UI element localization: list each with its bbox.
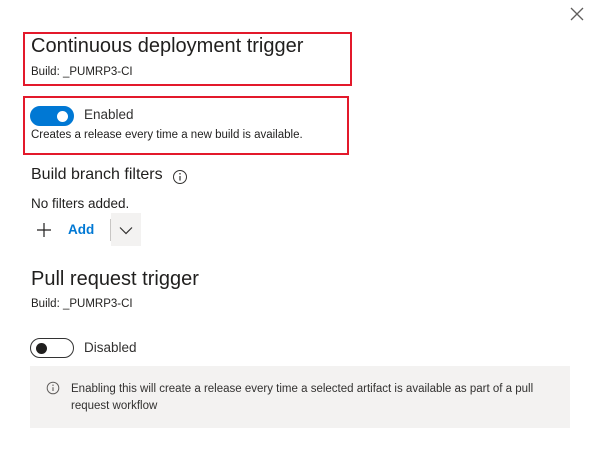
info-icon[interactable]	[172, 169, 188, 185]
pr-trigger-title: Pull request trigger	[31, 268, 199, 290]
add-filter-button[interactable]: Add	[30, 213, 110, 246]
info-icon-glyph	[173, 170, 187, 184]
pr-trigger-info-text: Enabling this will create a release ever…	[71, 383, 534, 412]
chevron-down-icon	[119, 226, 133, 234]
toggle-knob	[36, 342, 47, 354]
branch-filters-empty: No filters added.	[31, 196, 130, 211]
pr-trigger-build: Build: _PUMRP3-CI	[31, 298, 133, 310]
pr-trigger-toggle[interactable]	[30, 338, 74, 358]
branch-filters-title: Build branch filters	[31, 166, 163, 183]
close-icon[interactable]	[568, 5, 586, 23]
pr-trigger-info-banner: Enabling this will create a release ever…	[30, 366, 570, 428]
info-icon	[46, 381, 60, 395]
close-icon-glyph	[570, 7, 584, 21]
plus-icon	[36, 222, 52, 238]
cd-trigger-description: Creates a release every time a new build…	[31, 129, 303, 141]
toggle-knob	[57, 110, 68, 122]
cd-trigger-title: Continuous deployment trigger	[31, 35, 304, 57]
cd-trigger-toggle-label: Enabled	[84, 107, 134, 122]
add-filter-dropdown-button[interactable]	[111, 213, 141, 246]
add-filter-label: Add	[68, 222, 95, 237]
cd-trigger-build: Build: _PUMRP3-CI	[31, 66, 133, 78]
cd-trigger-toggle[interactable]	[30, 106, 74, 126]
highlight-box-cd-toggle	[23, 96, 349, 155]
pr-trigger-toggle-label: Disabled	[84, 340, 137, 355]
